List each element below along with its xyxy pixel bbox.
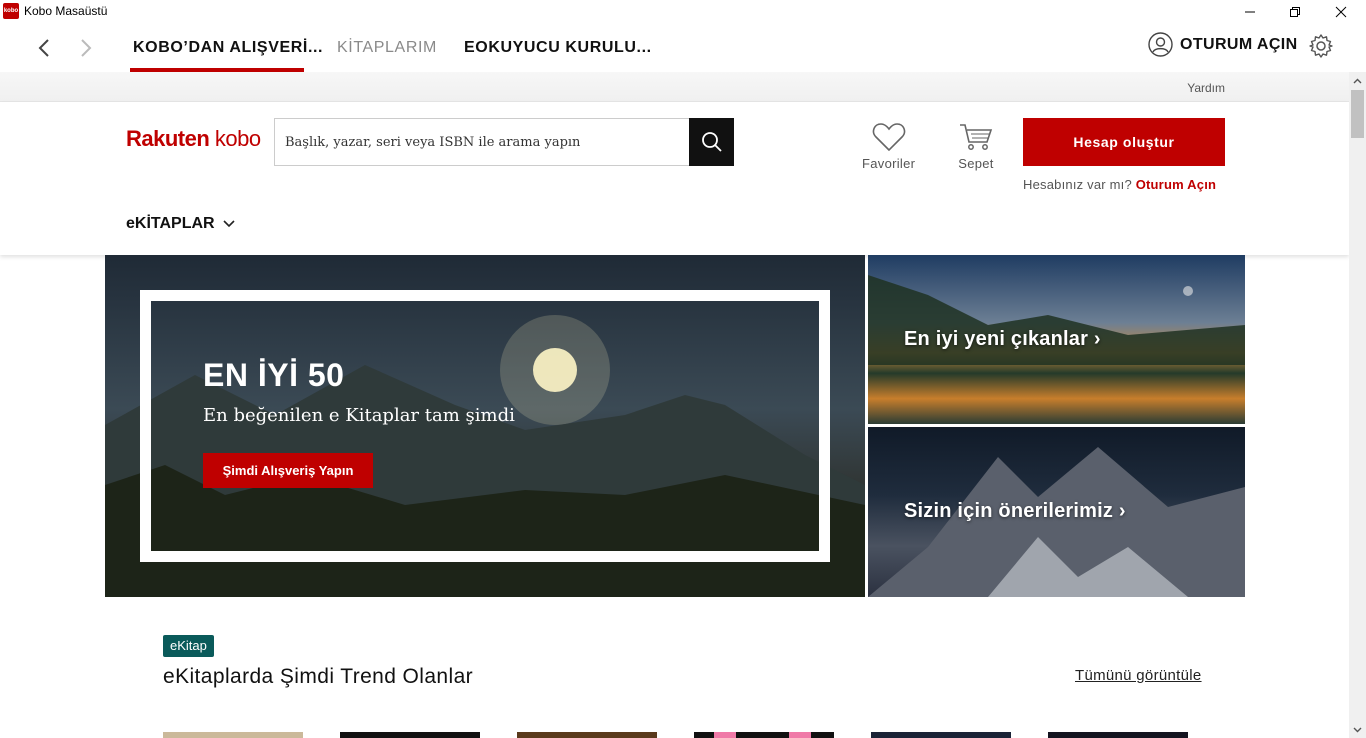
gear-icon[interactable]: [1308, 33, 1334, 59]
chevron-left-icon: [38, 39, 49, 57]
scroll-down-button[interactable]: [1349, 721, 1366, 738]
restore-icon: [1290, 7, 1300, 17]
search-input[interactable]: [275, 119, 690, 165]
recommendations-link[interactable]: Sizin için önerilerimiz ›: [904, 500, 1126, 523]
app-nav-bar: KOBO’DAN ALIŞVERİ... KİTAPLARIM EOKUYUCU…: [0, 24, 1366, 72]
book-cover[interactable]: [871, 732, 1011, 738]
section-title: eKitaplarda Şimdi Trend Olanlar: [163, 665, 474, 688]
book-cover[interactable]: [517, 732, 657, 738]
favorites-label: Favoriler: [862, 156, 916, 171]
cart-label: Sepet: [958, 156, 994, 171]
minimize-button[interactable]: [1227, 0, 1273, 24]
ebooks-menu[interactable]: eKİTAPLAR: [126, 215, 235, 233]
hero-title: EN İYİ 50: [203, 357, 345, 393]
close-button[interactable]: [1318, 0, 1364, 24]
have-account-text: Hesabınız var mı? Oturum Açın: [1023, 177, 1217, 192]
close-icon: [1335, 6, 1347, 18]
kobo-app-icon: kobo: [3, 3, 19, 19]
hero-top50-banner[interactable]: EN İYİ 50 En beğenilen e Kitaplar tam şi…: [105, 255, 865, 597]
recommendations-banner[interactable]: Sizin için önerilerimiz ›: [868, 427, 1245, 597]
title-bar: kobo Kobo Masaüstü: [0, 0, 1366, 24]
cover-art: [789, 732, 811, 738]
cover-art: [714, 732, 736, 738]
back-button[interactable]: [32, 36, 56, 60]
signin-link[interactable]: Oturum Açın: [1136, 177, 1216, 192]
heart-icon: [872, 123, 905, 152]
book-cover[interactable]: [340, 732, 480, 738]
search-button[interactable]: [689, 118, 734, 166]
window-title: Kobo Masaüstü: [24, 4, 108, 18]
favorites-button[interactable]: Favoriler: [862, 122, 915, 171]
help-bar: Yardım: [0, 72, 1349, 102]
best-new-releases-link[interactable]: En iyi yeni çıkanlar ›: [904, 328, 1101, 351]
create-account-button[interactable]: Hesap oluştur: [1023, 118, 1225, 166]
store-header: Rakuten kobo Favoriler Sepet Hesap oluşt…: [0, 102, 1349, 255]
cart-icon: [960, 124, 993, 150]
best-new-releases-banner[interactable]: En iyi yeni çıkanlar ›: [868, 255, 1245, 424]
ebooks-menu-label: eKİTAPLAR: [126, 215, 215, 232]
view-all-link[interactable]: Tümünü görüntüle: [1075, 667, 1202, 684]
forward-button[interactable]: [74, 36, 98, 60]
minimize-icon: [1245, 11, 1255, 13]
chevron-down-icon: [223, 220, 235, 228]
signin-button[interactable]: OTURUM AÇIN: [1148, 32, 1298, 57]
restore-button[interactable]: [1272, 0, 1318, 24]
search-box: [274, 118, 690, 166]
cart-button[interactable]: Sepet: [958, 122, 994, 171]
scroll-up-button[interactable]: [1349, 72, 1366, 89]
shop-now-button[interactable]: Şimdi Alışveriş Yapın: [203, 453, 373, 488]
hero-subtitle: En beğenilen e Kitaplar tam şimdi: [203, 405, 515, 426]
scroll-thumb[interactable]: [1351, 90, 1364, 138]
user-circle-icon: [1148, 32, 1173, 57]
book-cover[interactable]: [1048, 732, 1188, 738]
scroll-up-icon: [1353, 78, 1362, 83]
help-link[interactable]: Yardım: [1187, 81, 1225, 95]
store-page: Yardım Rakuten kobo Favoriler Sepet Hesa…: [0, 72, 1349, 738]
tab-my-books[interactable]: KİTAPLARIM: [337, 39, 437, 57]
rakuten-kobo-logo[interactable]: Rakuten kobo: [126, 126, 261, 152]
tab-ereader-setup[interactable]: EOKUYUCU KURULU...: [464, 39, 652, 57]
vertical-scrollbar[interactable]: [1349, 72, 1366, 738]
tab-kobo-shop[interactable]: KOBO’DAN ALIŞVERİ...: [133, 39, 323, 57]
search-icon: [701, 132, 722, 152]
signin-label: OTURUM AÇIN: [1180, 35, 1298, 53]
book-cover[interactable]: [163, 732, 303, 738]
book-cover[interactable]: [694, 732, 834, 738]
ebook-badge: eKitap: [163, 635, 214, 657]
chevron-right-icon: [81, 39, 92, 57]
hero-frame: [140, 290, 830, 562]
scroll-down-icon: [1353, 727, 1362, 732]
